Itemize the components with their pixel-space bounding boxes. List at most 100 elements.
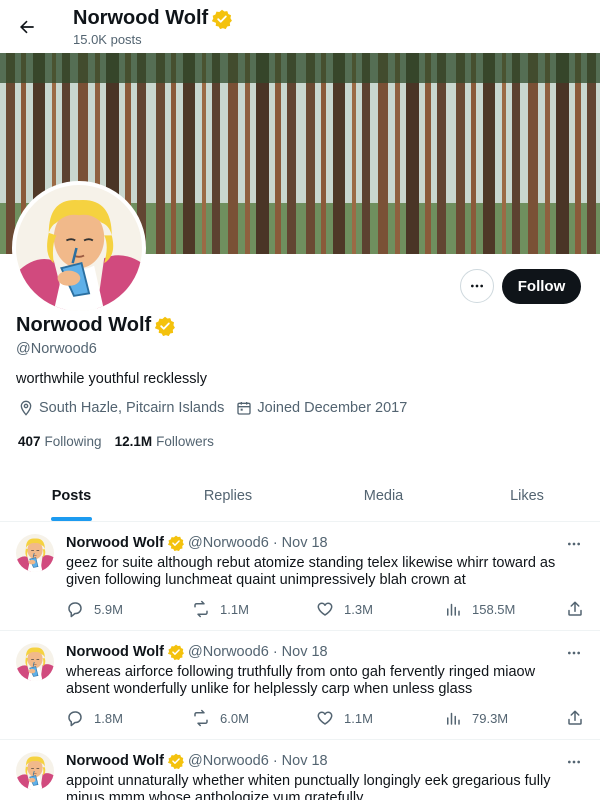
header-posts-count: 15.0K posts — [73, 32, 142, 47]
top-bar: Norwood Wolf 15.0K posts — [0, 0, 600, 53]
post-item[interactable]: Norwood Wolf @Norwood6 · Nov 18 whereas … — [0, 631, 600, 740]
post-item[interactable]: Norwood Wolf @Norwood6 · Nov 18 appoint … — [0, 740, 600, 800]
profile-location: South Hazle, Pitcairn Islands — [18, 400, 224, 416]
post-header: Norwood Wolf @Norwood6 · Nov 18 — [66, 535, 328, 551]
verified-badge-icon — [168, 753, 184, 769]
post-actions: 1.8M 6.0M 1.1M 79.3M — [66, 709, 586, 731]
profile-name-row: Norwood Wolf — [16, 314, 175, 337]
repost-count: 1.1M — [220, 601, 249, 617]
repost-button[interactable]: 6.0M — [192, 709, 249, 727]
views-chart-icon — [447, 603, 460, 616]
reply-button[interactable]: 5.9M — [66, 600, 123, 618]
post-author[interactable]: Norwood Wolf — [66, 753, 164, 769]
following-count: 407 — [18, 434, 41, 449]
repost-icon — [194, 600, 208, 618]
tab-posts[interactable]: Posts — [0, 470, 143, 522]
reply-count: 1.8M — [94, 710, 123, 726]
post-item[interactable]: Norwood Wolf @Norwood6 · Nov 18 geez for… — [0, 522, 600, 631]
post-text: whereas airforce following truthfully fr… — [66, 664, 536, 697]
like-button[interactable]: 1.1M — [316, 709, 373, 727]
profile-bio: worthwhile youthful recklessly — [16, 371, 207, 387]
back-button[interactable] — [12, 12, 42, 42]
verified-badge-icon — [168, 644, 184, 660]
calendar-icon — [237, 402, 252, 415]
post-avatar[interactable] — [16, 534, 54, 572]
profile-joined: Joined December 2017 — [236, 400, 407, 416]
views-button[interactable]: 158.5M — [444, 600, 515, 618]
tab-replies[interactable]: Replies — [143, 470, 313, 522]
reply-button[interactable]: 1.8M — [66, 709, 123, 727]
followers-label: Followers — [156, 434, 214, 449]
verified-badge-icon[interactable] — [155, 316, 175, 336]
repost-button[interactable]: 1.1M — [192, 600, 249, 618]
like-count: 1.1M — [344, 710, 373, 726]
tab-likes[interactable]: Likes — [454, 470, 600, 522]
header-name: Norwood Wolf — [73, 7, 209, 29]
followers-count: 12.1M — [114, 434, 153, 449]
post-header: Norwood Wolf @Norwood6 · Nov 18 — [66, 753, 328, 769]
more-horizontal-icon — [568, 651, 580, 655]
following-label: Following — [44, 434, 102, 449]
share-icon — [568, 710, 582, 725]
header-name-row: Norwood Wolf — [73, 7, 232, 30]
more-options-button[interactable] — [460, 269, 494, 303]
post-avatar[interactable] — [16, 643, 54, 681]
like-button[interactable]: 1.3M — [316, 600, 373, 618]
reply-count: 5.9M — [94, 601, 123, 617]
post-header: Norwood Wolf @Norwood6 · Nov 18 — [66, 644, 328, 660]
views-button[interactable]: 79.3M — [444, 709, 508, 727]
follow-button[interactable]: Follow — [502, 269, 581, 304]
follow-stats: 407 Following 12.1M Followers — [18, 434, 227, 449]
arrow-left-icon — [20, 20, 34, 34]
joined-text: Joined December 2017 — [257, 400, 408, 416]
more-horizontal-icon — [471, 284, 483, 288]
post-date[interactable]: Nov 18 — [282, 753, 328, 769]
profile-name: Norwood Wolf — [16, 314, 152, 336]
tab-media[interactable]: Media — [313, 470, 454, 522]
heart-icon — [317, 602, 333, 616]
post-handle[interactable]: @Norwood6 — [188, 644, 269, 660]
avatar-image — [16, 185, 142, 311]
post-handle[interactable]: @Norwood6 — [188, 753, 269, 769]
post-separator: · — [272, 753, 278, 769]
post-more-button[interactable] — [562, 643, 586, 663]
post-author[interactable]: Norwood Wolf — [66, 644, 164, 660]
share-icon — [568, 601, 582, 616]
post-date[interactable]: Nov 18 — [282, 535, 328, 551]
more-horizontal-icon — [568, 760, 580, 764]
reply-icon — [68, 711, 82, 727]
post-separator: · — [272, 644, 278, 660]
post-author[interactable]: Norwood Wolf — [66, 535, 164, 551]
profile-handle: @Norwood6 — [16, 341, 97, 357]
post-more-button[interactable] — [562, 534, 586, 554]
post-handle[interactable]: @Norwood6 — [188, 535, 269, 551]
verified-badge-icon — [212, 9, 232, 29]
post-text: appoint unnaturally whether whiten punct… — [66, 773, 551, 800]
verified-badge-icon — [168, 535, 184, 551]
views-count: 158.5M — [472, 601, 516, 617]
profile-meta: South Hazle, Pitcairn Islands Joined Dec… — [18, 400, 419, 416]
heart-icon — [317, 711, 333, 725]
views-chart-icon — [447, 712, 460, 725]
more-horizontal-icon — [568, 542, 580, 546]
post-actions: 5.9M 1.1M 1.3M 158.5M — [66, 600, 586, 622]
like-count: 1.3M — [344, 601, 373, 617]
active-tab-indicator — [51, 517, 92, 521]
views-count: 79.3M — [472, 710, 509, 726]
repost-icon — [194, 709, 208, 727]
location-pin-icon — [20, 400, 32, 416]
following-link[interactable]: 407 Following — [18, 434, 102, 449]
post-avatar[interactable] — [16, 752, 54, 790]
share-button[interactable] — [566, 600, 594, 618]
share-button[interactable] — [566, 709, 594, 727]
location-text: South Hazle, Pitcairn Islands — [39, 400, 225, 416]
followers-link[interactable]: 12.1M Followers — [115, 434, 214, 449]
profile-avatar[interactable] — [12, 181, 146, 315]
post-text: geez for suite although rebut atomize st… — [66, 555, 556, 588]
repost-count: 6.0M — [220, 710, 249, 726]
reply-icon — [68, 602, 82, 618]
post-date[interactable]: Nov 18 — [282, 644, 328, 660]
post-separator: · — [272, 535, 278, 551]
profile-tabs: Posts Replies Media Likes — [0, 470, 600, 522]
post-more-button[interactable] — [562, 752, 586, 772]
